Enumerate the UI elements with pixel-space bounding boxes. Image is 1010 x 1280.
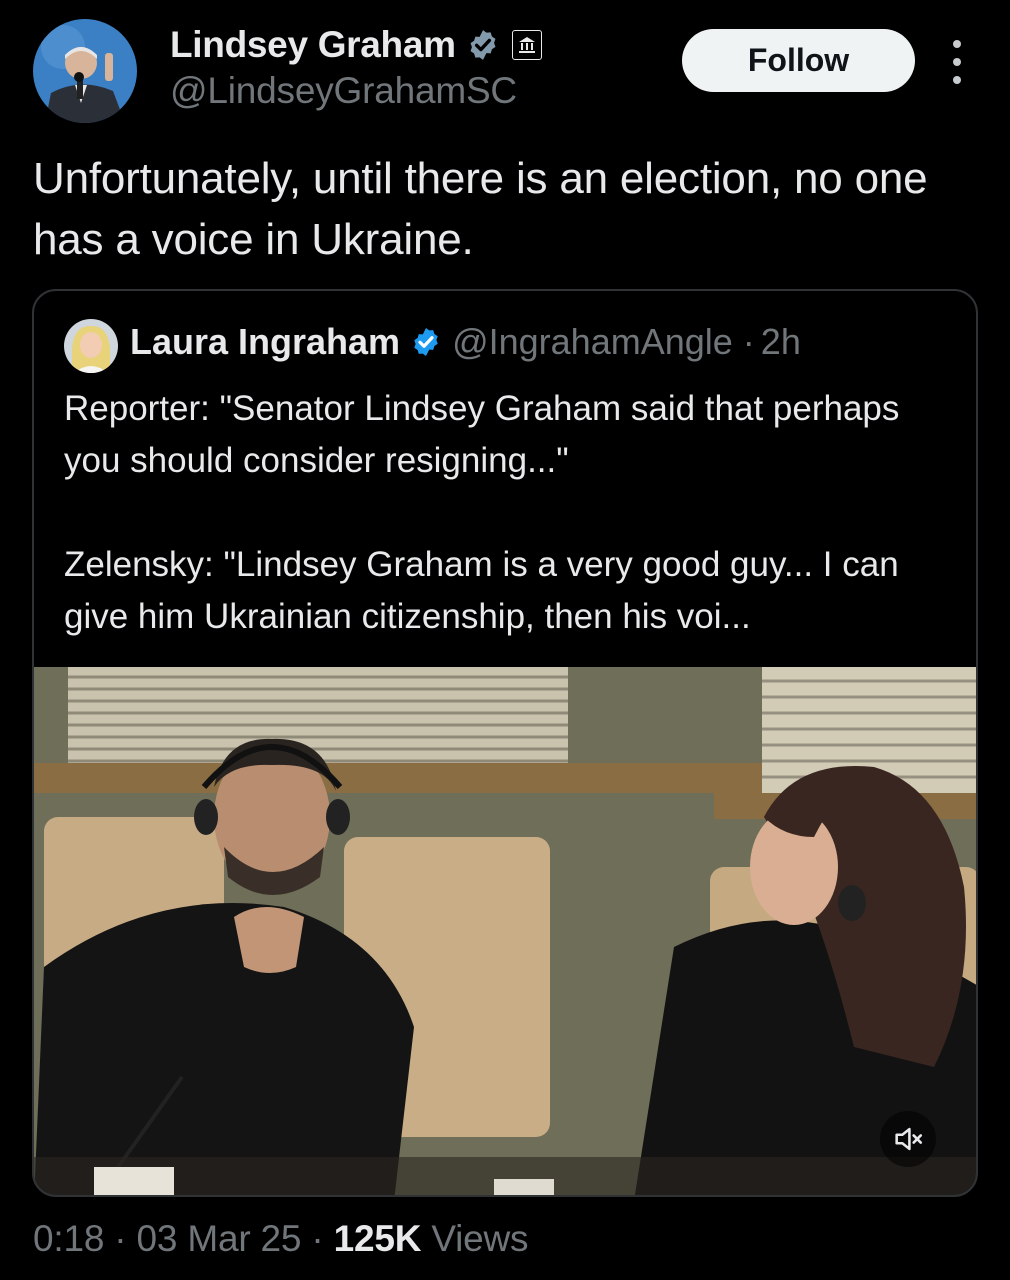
quoted-author-handle[interactable]: @IngrahamAngle <box>452 321 733 363</box>
quoted-tweet-text: Reporter: "Senator Lindsey Graham said t… <box>64 389 900 636</box>
quoted-tweet-header: Laura Ingraham @IngrahamAngle · 2h <box>130 321 801 363</box>
follow-button[interactable]: Follow <box>682 29 915 92</box>
more-options-icon[interactable] <box>940 40 974 84</box>
author-name-row: Lindsey Graham <box>170 24 542 66</box>
views-count: 125K <box>333 1218 422 1259</box>
tweet-timestamp[interactable]: 0:18 · 03 Mar 25 · <box>33 1218 334 1259</box>
quoted-tweet-card[interactable]: Laura Ingraham @IngrahamAngle · 2h Repor… <box>32 289 978 1197</box>
author-handle[interactable]: @LindseyGrahamSC <box>170 70 517 112</box>
views-label: Views <box>421 1218 529 1259</box>
verified-badge-icon[interactable] <box>466 28 500 62</box>
quoted-author-name[interactable]: Laura Ingraham <box>130 321 400 363</box>
government-building-icon[interactable] <box>511 30 542 60</box>
tweet-text: Unfortunately, until there is an electio… <box>33 154 928 264</box>
dot-separator: · <box>742 321 755 362</box>
verified-badge-icon[interactable] <box>410 326 442 358</box>
quoted-tweet-time[interactable]: 2h <box>761 321 801 363</box>
author-name[interactable]: Lindsey Graham <box>170 24 456 66</box>
author-avatar[interactable] <box>33 19 137 123</box>
quoted-tweet-video[interactable] <box>34 667 976 1195</box>
tweet-meta: 0:18 · 03 Mar 25 · 125K Views <box>33 1218 529 1260</box>
speaker-muted-icon[interactable] <box>880 1111 936 1167</box>
quoted-author-avatar[interactable] <box>64 319 118 373</box>
